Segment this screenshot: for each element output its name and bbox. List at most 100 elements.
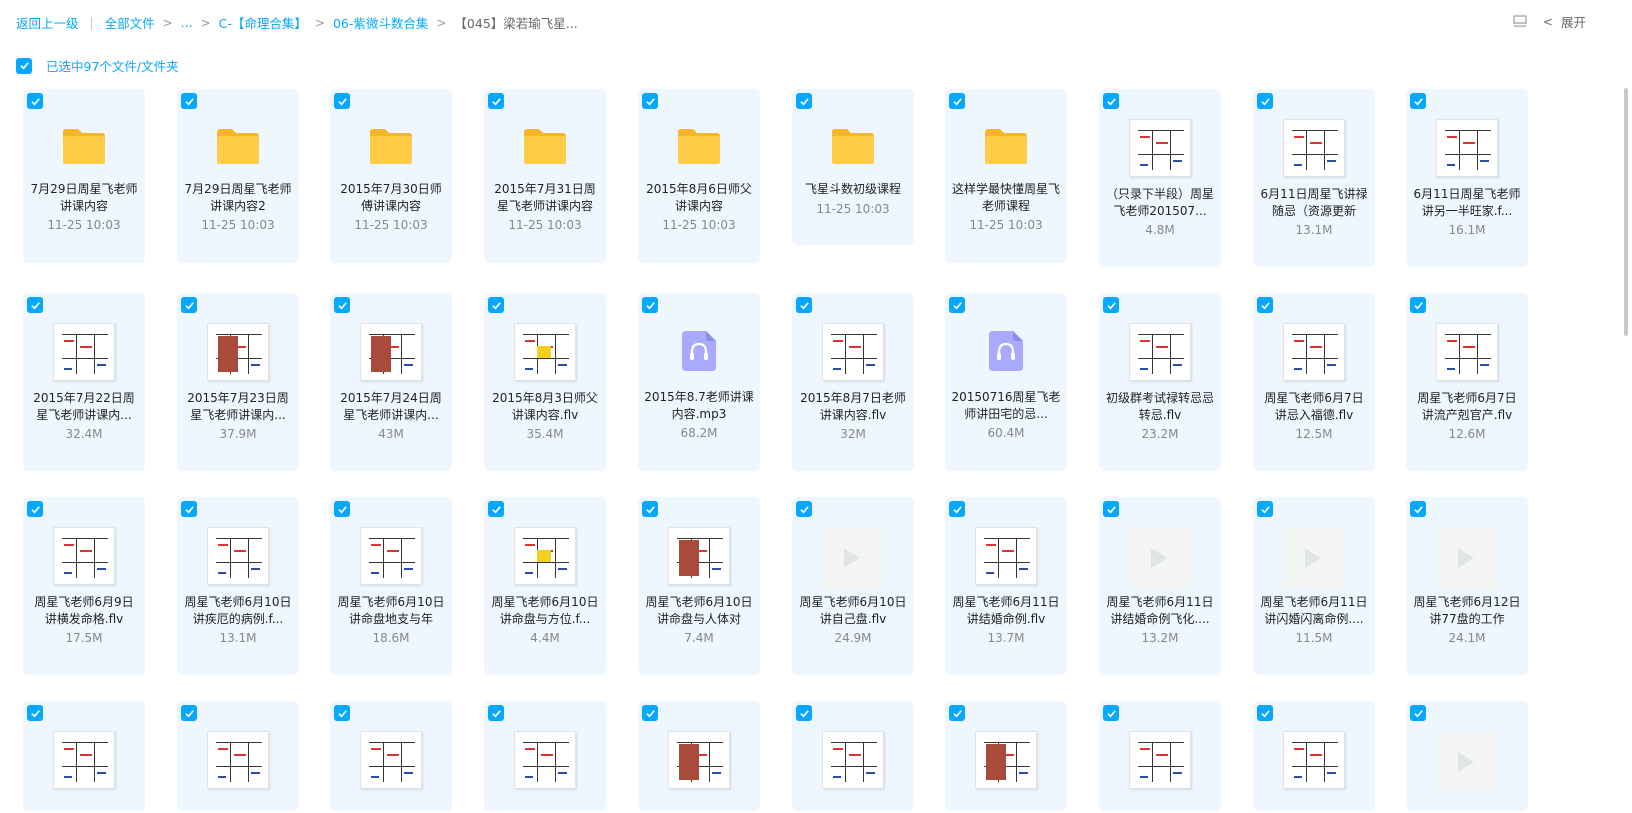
select-checkbox[interactable] bbox=[1410, 501, 1426, 517]
folder-card[interactable]: 7月29日周星飞老师讲课内容2 11-25 10:03 bbox=[177, 89, 299, 263]
select-checkbox[interactable] bbox=[949, 705, 965, 721]
select-checkbox[interactable] bbox=[1103, 501, 1119, 517]
file-card[interactable]: 周星飞老师6月10日讲疾厄的病例.f... 13.1M bbox=[177, 497, 299, 675]
breadcrumb-level1[interactable]: C-【命理合集】 bbox=[219, 13, 307, 32]
select-checkbox[interactable] bbox=[27, 93, 43, 109]
file-card[interactable]: 周星飞老师6月12日讲77盘的工作 24.1M bbox=[1406, 497, 1528, 675]
folder-card[interactable]: 2015年8月6日师父讲课内容 11-25 10:03 bbox=[638, 89, 760, 263]
select-checkbox[interactable] bbox=[181, 501, 197, 517]
file-card[interactable]: 周星飞老师6月10日讲命盘地支与年 18.6M bbox=[330, 497, 452, 675]
folder-card[interactable]: 飞星斗数初级课程 11-25 10:03 bbox=[792, 89, 914, 245]
select-checkbox[interactable] bbox=[181, 93, 197, 109]
select-checkbox[interactable] bbox=[488, 705, 504, 721]
file-card[interactable]: 2015年8月7日老师讲课内容.flv 32M bbox=[792, 293, 914, 471]
select-checkbox[interactable] bbox=[1257, 297, 1273, 313]
select-checkbox[interactable] bbox=[488, 501, 504, 517]
select-checkbox[interactable] bbox=[181, 705, 197, 721]
select-checkbox[interactable] bbox=[334, 297, 350, 313]
file-card[interactable]: 周星飞老师6月9日讲横发命格.flv 17.5M bbox=[23, 497, 145, 675]
select-checkbox[interactable] bbox=[1103, 297, 1119, 313]
file-card[interactable]: 2015年8.7老师讲课内容.mp3 68.2M bbox=[638, 293, 760, 471]
file-card[interactable]: 周星飞老师6月10日讲命盘与人体对 7.4M bbox=[638, 497, 760, 675]
select-checkbox[interactable] bbox=[642, 501, 658, 517]
select-checkbox[interactable] bbox=[1103, 705, 1119, 721]
file-card[interactable]: 周星飞老师6月10日讲命盘与方位.f... 4.4M bbox=[484, 497, 606, 675]
back-link[interactable]: 返回上一级 bbox=[16, 13, 79, 32]
file-card[interactable] bbox=[945, 701, 1067, 811]
check-icon bbox=[1260, 301, 1270, 309]
file-card[interactable] bbox=[330, 701, 452, 811]
check-icon bbox=[184, 97, 194, 105]
select-checkbox[interactable] bbox=[949, 297, 965, 313]
scrollbar[interactable] bbox=[1624, 88, 1628, 336]
select-checkbox[interactable] bbox=[796, 297, 812, 313]
select-checkbox[interactable] bbox=[27, 501, 43, 517]
file-card[interactable]: 周星飞老师6月10日讲自己盘.flv 24.9M bbox=[792, 497, 914, 675]
folder-card[interactable]: 2015年7月30日师傅讲课内容 11-25 10:03 bbox=[330, 89, 452, 263]
select-checkbox[interactable] bbox=[1410, 297, 1426, 313]
select-checkbox[interactable] bbox=[1410, 93, 1426, 109]
select-all-checkbox[interactable] bbox=[16, 57, 32, 74]
select-checkbox[interactable] bbox=[488, 297, 504, 313]
file-card[interactable]: 初级群考试禄转忌忌转忌.flv 23.2M bbox=[1099, 293, 1221, 471]
check-icon bbox=[1106, 709, 1116, 717]
breadcrumb-current: 【045】梁若瑜飞星... bbox=[454, 16, 578, 31]
select-checkbox[interactable] bbox=[27, 705, 43, 721]
file-card[interactable] bbox=[23, 701, 145, 811]
chevron-left-icon[interactable]: < bbox=[1543, 15, 1553, 29]
file-card[interactable] bbox=[792, 701, 914, 811]
select-checkbox[interactable] bbox=[1103, 93, 1119, 109]
folder-icon bbox=[678, 129, 720, 164]
file-card[interactable]: 周星飞老师6月11日讲结婚命例飞化.... 13.2M bbox=[1099, 497, 1221, 675]
select-checkbox[interactable] bbox=[1257, 93, 1273, 109]
select-checkbox[interactable] bbox=[1410, 705, 1426, 721]
select-checkbox[interactable] bbox=[642, 705, 658, 721]
file-card[interactable]: （只录下半段）周星飞老师201507... 4.8M bbox=[1099, 89, 1221, 267]
file-card[interactable]: 20150716周星飞老师讲田宅的忌... 60.4M bbox=[945, 293, 1067, 471]
select-checkbox[interactable] bbox=[796, 705, 812, 721]
file-name: 2015年7月31日周星飞老师讲课内容 bbox=[494, 182, 596, 213]
folder-card[interactable]: 7月29日周星飞老师讲课内容 11-25 10:03 bbox=[23, 89, 145, 263]
file-card[interactable]: 2015年8月3日师父讲课内容.flv 35.4M bbox=[484, 293, 606, 471]
document-thumbnail bbox=[822, 323, 884, 381]
folder-card[interactable]: 2015年7月31日周星飞老师讲课内容 11-25 10:03 bbox=[484, 89, 606, 263]
select-checkbox[interactable] bbox=[1257, 501, 1273, 517]
file-card[interactable] bbox=[1406, 701, 1528, 811]
file-card[interactable]: 周星飞老师6月7日讲忌入福德.flv 12.5M bbox=[1253, 293, 1375, 471]
select-checkbox[interactable] bbox=[334, 93, 350, 109]
breadcrumb-all-files[interactable]: 全部文件 bbox=[105, 13, 155, 32]
breadcrumb-ellipsis[interactable]: ... bbox=[181, 15, 193, 30]
file-card[interactable]: 周星飞老师6月11日讲闪婚闪离命例.... 11.5M bbox=[1253, 497, 1375, 675]
select-checkbox[interactable] bbox=[642, 297, 658, 313]
file-card[interactable]: 2015年7月24日周星飞老师讲课内... 43M bbox=[330, 293, 452, 471]
file-card[interactable]: 6月11日周星飞老师讲另一半旺家.f... 16.1M bbox=[1406, 89, 1528, 267]
select-checkbox[interactable] bbox=[181, 297, 197, 313]
file-card[interactable]: 2015年7月23日周星飞老师讲课内... 37.9M bbox=[177, 293, 299, 471]
expand-button[interactable]: 展开 bbox=[1561, 12, 1586, 31]
select-checkbox[interactable] bbox=[488, 93, 504, 109]
file-card[interactable]: 周星飞老师6月7日讲流产剋官产.flv 12.6M bbox=[1406, 293, 1528, 471]
select-checkbox[interactable] bbox=[642, 93, 658, 109]
folder-card[interactable]: 这样学最快懂周星飞老师课程 11-25 10:03 bbox=[945, 89, 1067, 263]
select-checkbox[interactable] bbox=[27, 297, 43, 313]
check-icon bbox=[952, 709, 962, 717]
file-card[interactable]: 周星飞老师6月11日讲结婚命例.flv 13.7M bbox=[945, 497, 1067, 675]
file-card[interactable] bbox=[638, 701, 760, 811]
select-checkbox[interactable] bbox=[949, 93, 965, 109]
select-checkbox[interactable] bbox=[1257, 705, 1273, 721]
select-checkbox[interactable] bbox=[796, 501, 812, 517]
check-icon bbox=[30, 301, 40, 309]
file-card[interactable] bbox=[177, 701, 299, 811]
select-checkbox[interactable] bbox=[334, 501, 350, 517]
file-card[interactable] bbox=[1253, 701, 1375, 811]
select-checkbox[interactable] bbox=[334, 705, 350, 721]
file-card[interactable] bbox=[484, 701, 606, 811]
folder-icon bbox=[217, 129, 259, 164]
breadcrumb-level2[interactable]: 06-紫微斗数合集 bbox=[333, 13, 428, 32]
file-card[interactable]: 6月11日周星飞讲禄随忌（资源更新 13.1M bbox=[1253, 89, 1375, 267]
list-view-icon[interactable] bbox=[1513, 15, 1527, 28]
file-card[interactable]: 2015年7月22日周星飞老师讲课内... 32.4M bbox=[23, 293, 145, 471]
select-checkbox[interactable] bbox=[796, 93, 812, 109]
select-checkbox[interactable] bbox=[949, 501, 965, 517]
file-card[interactable] bbox=[1099, 701, 1221, 811]
